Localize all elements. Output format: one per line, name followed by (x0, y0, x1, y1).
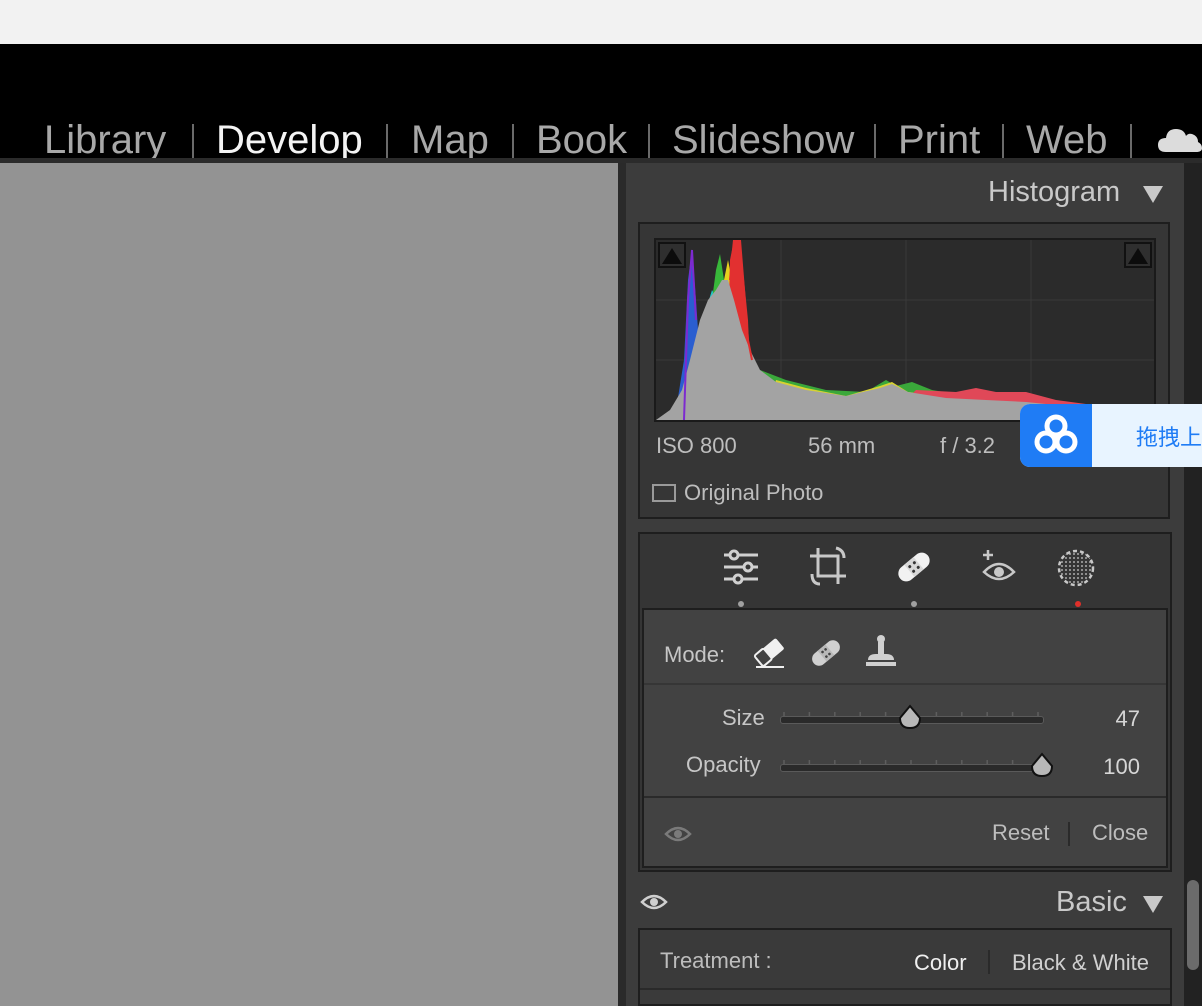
opacity-slider-track[interactable] (780, 764, 1044, 772)
baidu-netdisk-drag-widget[interactable]: 拖拽上 (1020, 404, 1202, 467)
opacity-label: Opacity (686, 752, 761, 777)
module-map[interactable]: Map (411, 116, 489, 164)
module-separator (386, 124, 388, 158)
module-separator (192, 124, 194, 158)
cloud-icon[interactable] (1156, 124, 1202, 154)
image-workspace[interactable] (0, 163, 622, 1006)
mode-label: Mode: (664, 642, 726, 667)
masking-active-dot (1075, 601, 1081, 607)
divider (988, 950, 990, 974)
basic-title[interactable]: Basic (1056, 886, 1127, 919)
size-slider-thumb[interactable] (898, 704, 922, 730)
show-overlay-eye-icon[interactable] (664, 824, 692, 844)
module-develop[interactable]: Develop (216, 116, 363, 164)
close-button[interactable]: Close (1092, 820, 1148, 846)
baidu-netdisk-logo (1020, 404, 1092, 467)
red-eye-icon[interactable] (980, 548, 1018, 586)
baidu-drag-text: 拖拽上 (1136, 425, 1202, 450)
module-book[interactable]: Book (536, 116, 627, 164)
opacity-slider-ticks (783, 760, 1039, 764)
histogram-graph[interactable] (654, 238, 1156, 422)
reset-button[interactable]: Reset (992, 820, 1049, 846)
exif-focal-length: 56 mm (808, 433, 876, 458)
right-panel-scrollbar[interactable] (1184, 163, 1202, 1006)
size-slider[interactable] (780, 704, 1044, 730)
module-separator (512, 124, 514, 158)
histogram-plot (656, 240, 1154, 420)
opacity-slider-thumb[interactable] (1030, 752, 1054, 778)
shadow-clipping-button[interactable] (658, 242, 686, 268)
divider (644, 683, 1166, 685)
window-top-strip (0, 0, 1202, 44)
module-slideshow[interactable]: Slideshow (672, 116, 854, 164)
size-label: Size (722, 705, 765, 730)
module-web[interactable]: Web (1026, 116, 1108, 164)
content-aware-remove-icon[interactable] (752, 636, 788, 670)
masking-icon[interactable] (1056, 548, 1096, 588)
divider (1068, 822, 1070, 846)
treatment-bw-option[interactable]: Black & White (1012, 950, 1149, 976)
collapse-triangle-icon[interactable] (1142, 894, 1164, 914)
exif-iso: ISO 800 (656, 433, 737, 458)
original-photo-label: Original Photo (684, 480, 824, 505)
edit-sliders-icon[interactable] (722, 548, 760, 586)
original-photo-checkbox[interactable] (652, 484, 676, 502)
treatment-label: Treatment : (660, 948, 772, 973)
module-picker: Library Develop Map Book Slideshow Print… (0, 44, 1202, 162)
module-separator (1130, 124, 1132, 158)
tool-indicator-dot (738, 601, 744, 607)
module-separator (648, 124, 650, 158)
scrollbar-thumb[interactable] (1187, 880, 1199, 970)
divider (640, 988, 1170, 990)
opacity-slider[interactable] (780, 752, 1054, 778)
collapse-triangle-icon[interactable] (1142, 184, 1164, 204)
treatment-color-option[interactable]: Color (914, 950, 967, 976)
baidu-netdisk-icon (1034, 414, 1078, 454)
tool-indicator-dot (911, 601, 917, 607)
exif-aperture: f / 3.2 (940, 433, 996, 458)
opacity-value[interactable]: 100 (1080, 754, 1140, 780)
histogram-title[interactable]: Histogram (988, 176, 1120, 209)
heal-icon[interactable] (808, 636, 844, 670)
size-value[interactable]: 47 (1080, 706, 1140, 732)
highlight-clipping-button[interactable] (1124, 242, 1152, 268)
module-separator (874, 124, 876, 158)
panel-visibility-eye-icon[interactable] (640, 892, 668, 912)
crop-icon[interactable] (808, 546, 848, 588)
clone-icon[interactable] (864, 634, 898, 670)
module-print[interactable]: Print (898, 116, 980, 164)
module-library[interactable]: Library (44, 116, 166, 164)
panel-divider (618, 163, 626, 1006)
healing-icon[interactable] (894, 548, 934, 586)
module-separator (1002, 124, 1004, 158)
divider (644, 796, 1166, 798)
